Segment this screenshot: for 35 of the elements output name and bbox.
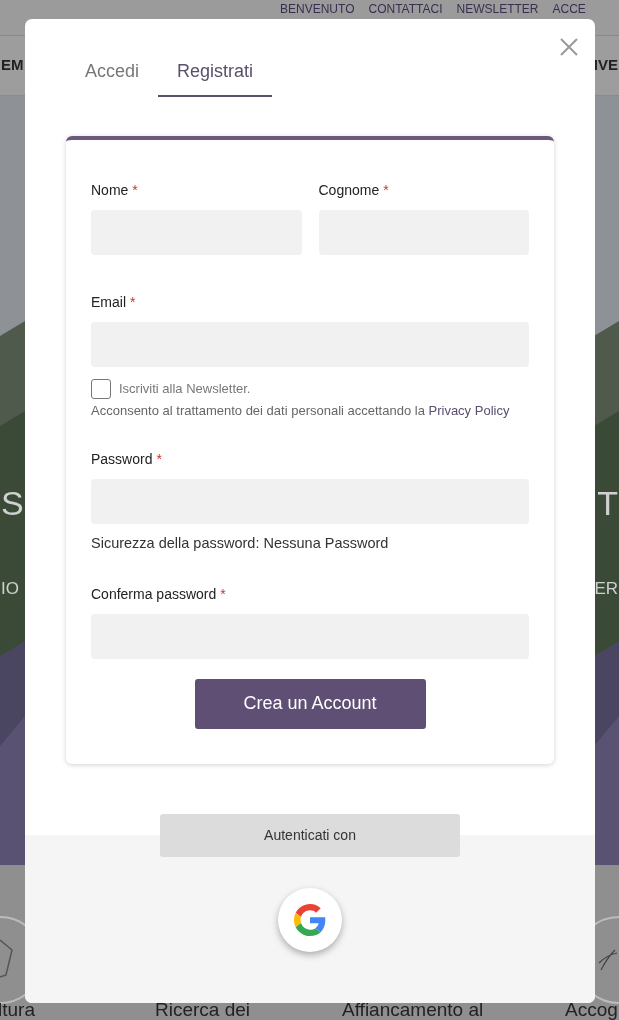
nav-link[interactable]: CONTATTACI — [368, 2, 443, 17]
nav-link[interactable]: NEWSLETTER — [456, 2, 539, 17]
create-account-button[interactable]: Crea un Account — [194, 678, 426, 729]
required-mark: * — [130, 293, 136, 312]
nav-link[interactable]: BENVENUTO — [280, 2, 355, 17]
menu-item-text[interactable]: EM — [1, 54, 24, 77]
required-mark: * — [156, 450, 162, 469]
privacy-policy-link[interactable]: Privacy Policy — [428, 403, 510, 418]
feature-title: Accog — [565, 997, 618, 1020]
feature-title: ltura — [0, 997, 35, 1020]
checkbox-label[interactable]: Iscriviti alla Newsletter. — [119, 379, 251, 399]
feature-title: Affiancamento al — [342, 997, 484, 1020]
google-logo-icon — [294, 903, 326, 936]
newsletter-checkbox[interactable] — [91, 379, 111, 399]
feature-circle-icon — [0, 915, 26, 1005]
field-label: Nome — [91, 181, 129, 200]
hero-title: S — [1, 486, 24, 520]
field-label: Cognome — [318, 181, 380, 200]
tab[interactable]: Accedi — [66, 56, 159, 97]
hero-subtitle: ER — [594, 580, 618, 597]
hero-title: T — [597, 486, 618, 520]
nav-link[interactable]: ACCE — [552, 2, 586, 17]
field-label: Conferma password — [91, 584, 217, 604]
tab[interactable]: Registrati — [158, 56, 273, 97]
password-strength-text: Sicurezza della password: Nessuna Password — [91, 534, 390, 553]
authenticate-with-button[interactable]: Autenticati con — [160, 813, 460, 857]
field-label: Email — [91, 293, 126, 312]
consent-text: Acconsento al trattamento dei dati personali accettando la Privacy Policy — [91, 402, 511, 420]
required-mark: * — [220, 584, 226, 604]
field-label: Password — [91, 450, 153, 469]
required-mark: * — [132, 181, 138, 200]
hero-subtitle: IO — [1, 580, 20, 597]
required-mark: * — [383, 181, 389, 200]
feature-title: Ricerca dei — [155, 997, 251, 1020]
menu-item-text[interactable]: IVE — [593, 54, 618, 77]
